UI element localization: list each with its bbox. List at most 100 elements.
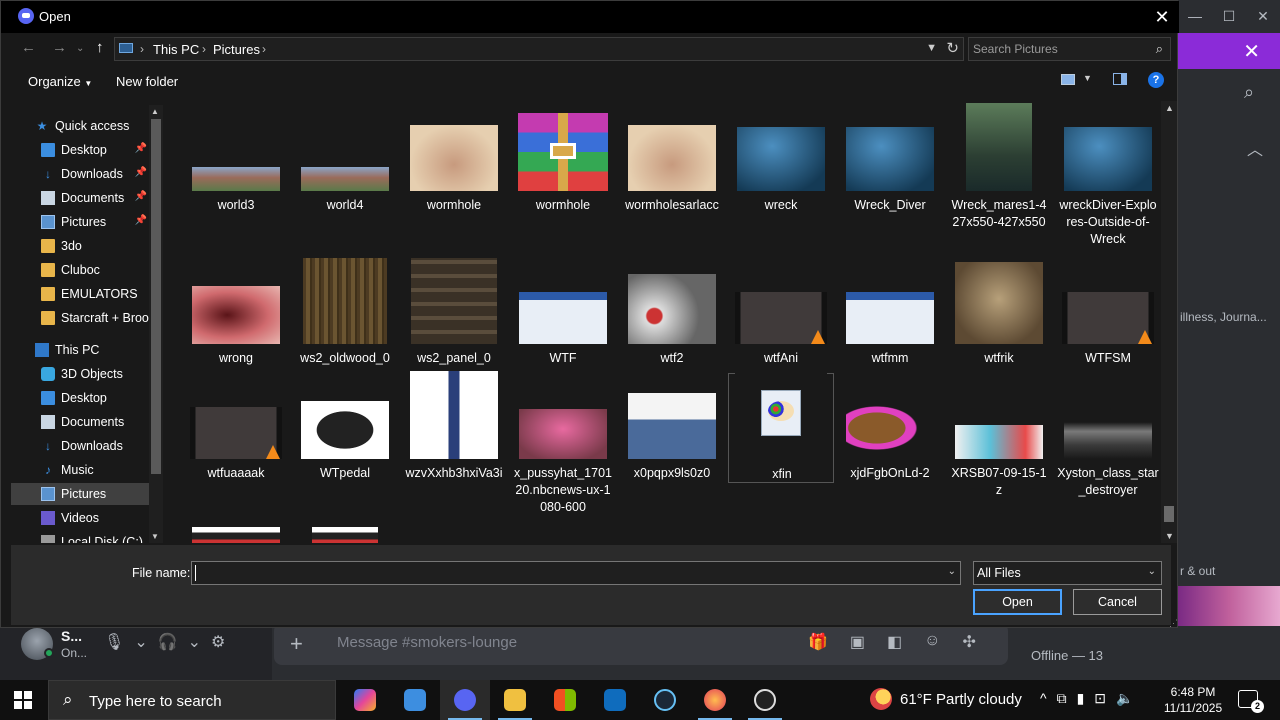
gear-icon[interactable]: ⚙ bbox=[211, 632, 225, 652]
file-tile[interactable] bbox=[183, 527, 289, 543]
sticker-icon[interactable]: ◧ bbox=[887, 632, 902, 652]
gif-icon[interactable]: ▣ bbox=[850, 632, 865, 652]
new-folder-button[interactable]: New folder bbox=[116, 74, 178, 89]
breadcrumb-separator-icon[interactable]: › bbox=[140, 42, 144, 56]
copilot-app[interactable] bbox=[340, 680, 390, 720]
file-tile[interactable]: ws2_oldwood_0 bbox=[292, 256, 398, 366]
file-tile[interactable]: Wreck_mares1-4 27x550-427x550 bbox=[946, 101, 1052, 247]
file-tile[interactable]: XRSB07-09-15-1 z bbox=[946, 373, 1052, 497]
chevron-up-icon[interactable]: ^ bbox=[1040, 690, 1047, 707]
close-icon[interactable]: ✕ bbox=[1243, 39, 1260, 64]
file-tile[interactable]: x0pqpx9ls0z0 bbox=[619, 373, 725, 483]
network-icon[interactable]: ⊡ bbox=[1094, 690, 1106, 707]
message-input[interactable]: Message #smokers-lounge bbox=[337, 634, 517, 651]
obs-app[interactable] bbox=[740, 680, 790, 720]
sidebar-item-music[interactable]: ♪ Music bbox=[11, 459, 149, 481]
minimize-icon[interactable]: — bbox=[1178, 4, 1212, 28]
refresh-icon[interactable]: ↻ bbox=[946, 39, 959, 57]
sidebar-item-documents[interactable]: Documents bbox=[11, 411, 149, 433]
store-app[interactable] bbox=[540, 680, 590, 720]
help-icon[interactable]: ? bbox=[1148, 72, 1164, 88]
search-icon[interactable]: ⌕ bbox=[1156, 41, 1163, 57]
organize-button[interactable]: Organize ▼ bbox=[28, 74, 92, 89]
sidebar-item-pictures[interactable]: Pictures 📌 bbox=[11, 211, 149, 233]
resize-grip-icon[interactable]: ⋰ bbox=[1169, 618, 1178, 629]
chevron-down-icon[interactable]: ⌄ bbox=[134, 632, 147, 652]
breadcrumb-pictures[interactable]: Pictures bbox=[213, 42, 260, 57]
add-attachment-icon[interactable]: + bbox=[290, 631, 303, 657]
file-tile[interactable]: wormhole bbox=[401, 101, 507, 247]
scroll-down-icon[interactable]: ▼ bbox=[151, 532, 159, 541]
file-tile[interactable]: x_pussyhat_1701 20.nbcnews-ux-1 080-600 bbox=[510, 373, 616, 514]
dialog-titlebar[interactable]: Open ✕ bbox=[1, 1, 1179, 33]
scroll-down-icon[interactable]: ▼ bbox=[1165, 531, 1174, 541]
search-input[interactable] bbox=[973, 41, 1143, 57]
file-tile[interactable]: wtfrik bbox=[946, 256, 1052, 366]
sidebar-item-pictures[interactable]: Pictures bbox=[11, 483, 149, 505]
forward-arrow-icon[interactable]: → bbox=[52, 39, 67, 56]
clock[interactable]: 6:48 PM 11/11/2025 bbox=[1162, 684, 1224, 716]
breadcrumb-separator-icon[interactable]: › bbox=[202, 42, 206, 56]
file-tile[interactable]: WTF bbox=[510, 256, 616, 366]
file-explorer-app[interactable] bbox=[490, 680, 540, 720]
file-tile[interactable]: xfin bbox=[728, 368, 834, 483]
sidebar-item-this-pc[interactable]: This PC bbox=[11, 339, 149, 361]
file-tile[interactable]: WTpedal bbox=[292, 373, 398, 483]
chevron-up-icon[interactable]: ︿ bbox=[1247, 136, 1263, 160]
emoji-icon[interactable]: ☺ bbox=[924, 632, 940, 652]
file-tile[interactable]: wtf2 bbox=[619, 256, 725, 366]
file-tile[interactable]: world3 bbox=[183, 101, 289, 247]
sidebar-item-local-disk-c[interactable]: Local Disk (C:) bbox=[11, 531, 149, 543]
nav-scrollbar-thumb[interactable] bbox=[151, 119, 161, 474]
search-icon[interactable]: ⌕ bbox=[1244, 82, 1254, 103]
view-options-icon[interactable] bbox=[1061, 74, 1075, 85]
file-tile[interactable] bbox=[292, 527, 398, 543]
file-tile[interactable]: xjdFgbOnLd-2 bbox=[837, 373, 943, 483]
cancel-button[interactable]: Cancel bbox=[1073, 589, 1162, 615]
sidebar-item-videos[interactable]: Videos bbox=[11, 507, 149, 529]
sidebar-item-quick-access[interactable]: ★ Quick access bbox=[11, 115, 149, 137]
file-tile[interactable]: ws2_panel_0 bbox=[401, 256, 507, 366]
sidebar-item-emulators[interactable]: EMULATORS bbox=[11, 283, 149, 305]
chevron-down-icon[interactable]: ⌄ bbox=[948, 566, 956, 577]
maximize-icon[interactable]: ☐ bbox=[1212, 4, 1246, 28]
breadcrumb-this-pc[interactable]: This PC bbox=[153, 42, 199, 57]
address-bar[interactable]: › This PC › Pictures › ▼ ↻ bbox=[114, 37, 964, 61]
sidebar-item-3d-objects[interactable]: 3D Objects bbox=[11, 363, 149, 385]
file-tile[interactable]: world4 bbox=[292, 101, 398, 247]
sidebar-item-documents[interactable]: Documents 📌 bbox=[11, 187, 149, 209]
chevron-down-icon[interactable]: ⌄ bbox=[188, 632, 201, 652]
open-button[interactable]: Open bbox=[973, 589, 1062, 615]
file-tile[interactable]: wzvXxhb3hxiVa3i bbox=[401, 371, 507, 483]
device-icon[interactable]: ⧉ bbox=[1057, 690, 1067, 707]
sidebar-item-3do[interactable]: 3do bbox=[11, 235, 149, 257]
volume-icon[interactable]: 🔈 bbox=[1116, 690, 1133, 707]
file-type-select[interactable]: All Files ⌄ bbox=[973, 561, 1162, 585]
file-tile[interactable]: wtfmm bbox=[837, 256, 943, 366]
sidebar-item-downloads[interactable]: ↓ Downloads bbox=[11, 435, 149, 457]
close-icon[interactable]: ✕ bbox=[1149, 5, 1175, 29]
gift-icon[interactable]: 🎁 bbox=[808, 632, 828, 652]
file-tile[interactable]: Xyston_class_star _destroyer bbox=[1055, 373, 1161, 497]
file-tile[interactable]: WTFSM bbox=[1055, 256, 1161, 366]
sidebar-item-desktop[interactable]: Desktop 📌 bbox=[11, 139, 149, 161]
sidebar-item-starcraft-brood[interactable]: Starcraft + Brood bbox=[11, 307, 149, 329]
preview-pane-icon[interactable] bbox=[1113, 73, 1127, 85]
steam-app[interactable] bbox=[640, 680, 690, 720]
back-arrow-icon[interactable]: ← bbox=[21, 39, 36, 56]
chevron-down-icon[interactable]: ▼ bbox=[926, 42, 937, 54]
file-tile[interactable]: wormholesarlacc bbox=[619, 101, 725, 247]
nav-scrollbar[interactable]: ▲ ▼ bbox=[149, 105, 163, 543]
file-tile[interactable]: wreckDiver-Explo res-Outside-of- Wreck bbox=[1055, 101, 1161, 247]
sidebar-item-cluboc[interactable]: Cluboc bbox=[11, 259, 149, 281]
taskbar-search[interactable]: ⌕ Type here to search bbox=[48, 680, 336, 720]
sidebar-item-desktop[interactable]: Desktop bbox=[11, 387, 149, 409]
recent-locations-icon[interactable]: ⌄ bbox=[76, 43, 84, 54]
scroll-up-icon[interactable]: ▲ bbox=[1165, 103, 1174, 113]
file-tile[interactable]: wormhole bbox=[510, 101, 616, 247]
user-name[interactable]: S... bbox=[61, 628, 82, 644]
breadcrumb-separator-icon[interactable]: › bbox=[262, 42, 266, 56]
headphones-icon[interactable]: 🎧 bbox=[158, 632, 178, 652]
file-tile[interactable]: wreck bbox=[728, 101, 834, 247]
file-list-scrollbar[interactable]: ▲ ▼ bbox=[1161, 101, 1177, 543]
